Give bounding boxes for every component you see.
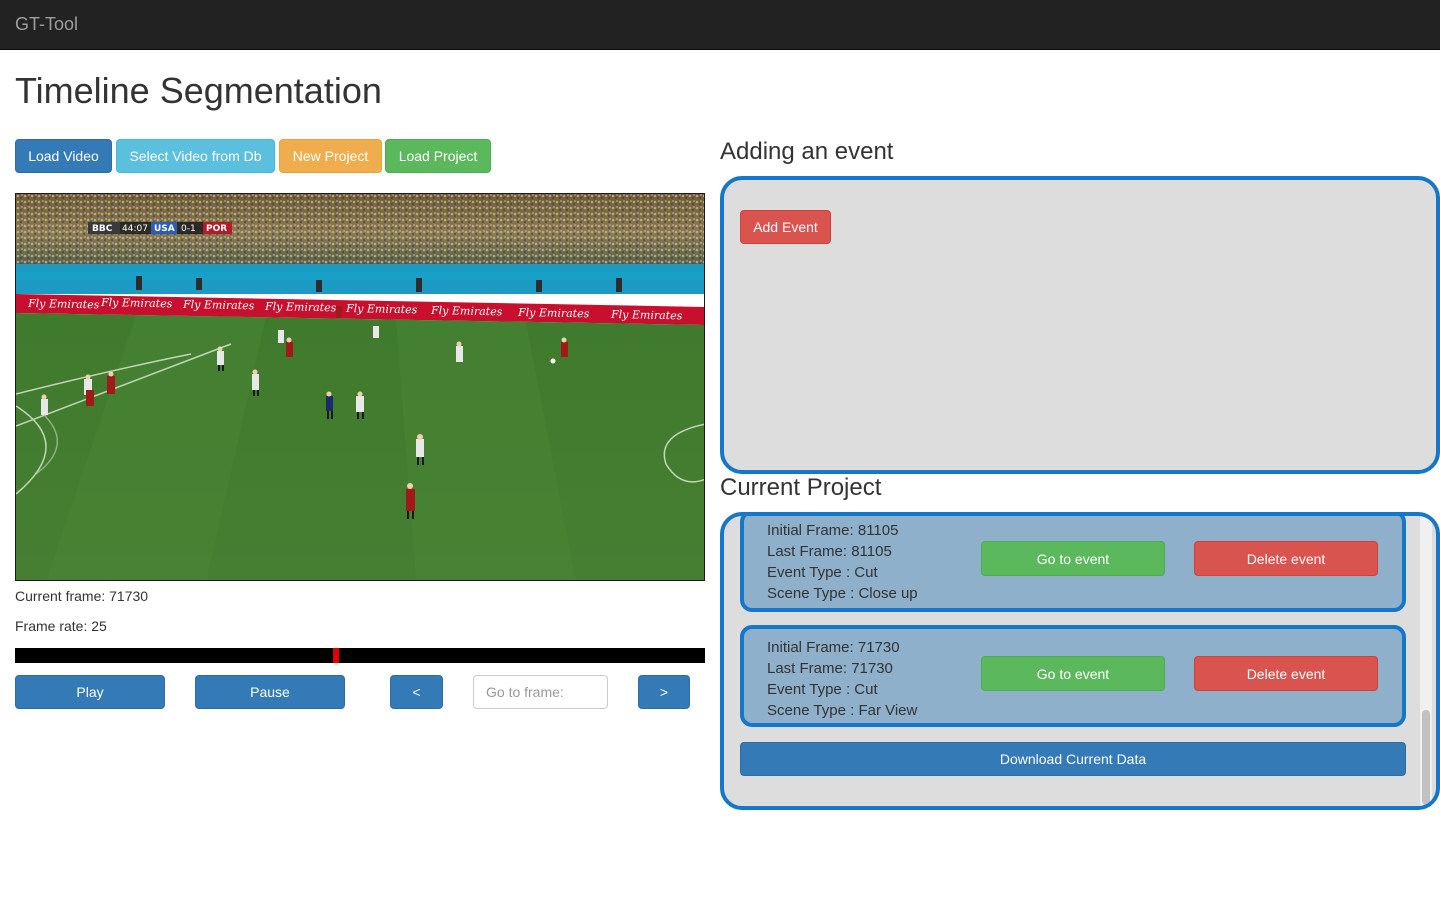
svg-text:Fly Emirates: Fly Emirates bbox=[182, 298, 255, 312]
adding-event-title: Adding an event bbox=[720, 138, 894, 165]
navbar-brand[interactable]: GT-Tool bbox=[15, 14, 78, 35]
event-initial-frame: Initial Frame: 81105 bbox=[767, 522, 899, 539]
event-card: Initial Frame: 81105 Last Frame: 81105 E… bbox=[740, 516, 1406, 612]
previous-frame-button[interactable]: < bbox=[390, 675, 443, 709]
current-project-title: Current Project bbox=[720, 474, 882, 501]
event-type: Event Type : Cut bbox=[767, 564, 878, 581]
svg-text:Fly Emirates: Fly Emirates bbox=[345, 302, 418, 316]
download-data-button[interactable]: Download Current Data bbox=[740, 742, 1406, 776]
new-project-button[interactable]: New Project bbox=[279, 139, 382, 173]
navbar: GT-Tool bbox=[0, 0, 1440, 50]
scene-type: Scene Type : Far View bbox=[767, 702, 918, 719]
event-last-frame: Last Frame: 71730 bbox=[767, 660, 893, 677]
event-type: Event Type : Cut bbox=[767, 681, 878, 698]
play-button[interactable]: Play bbox=[15, 675, 165, 709]
svg-text:USA: USA bbox=[154, 224, 175, 234]
svg-text:Fly Emirates: Fly Emirates bbox=[100, 296, 173, 310]
delete-event-button[interactable]: Delete event bbox=[1194, 656, 1378, 691]
timeline-bar[interactable] bbox=[15, 648, 705, 663]
svg-text:POR: POR bbox=[206, 224, 227, 234]
svg-text:Fly Emirates: Fly Emirates bbox=[27, 297, 100, 311]
svg-text:Fly Emirates: Fly Emirates bbox=[610, 308, 683, 322]
svg-text:0-1: 0-1 bbox=[181, 224, 196, 234]
select-video-db-button[interactable]: Select Video from Db bbox=[116, 139, 275, 173]
current-frame-text: Current frame: 71730 bbox=[15, 588, 149, 604]
pause-button[interactable]: Pause bbox=[195, 675, 345, 709]
go-to-event-button[interactable]: Go to event bbox=[981, 656, 1165, 691]
score-bug: BBC 44:07 USA 0-1 POR bbox=[88, 222, 232, 234]
delete-event-button[interactable]: Delete event bbox=[1194, 541, 1378, 576]
svg-text:BBC: BBC bbox=[92, 224, 113, 234]
next-frame-button[interactable]: > bbox=[638, 675, 690, 709]
event-last-frame: Last Frame: 81105 bbox=[767, 543, 892, 560]
go-to-event-button[interactable]: Go to event bbox=[981, 541, 1165, 576]
video-player[interactable]: Fly Emirates Fly Emirates Fly Emirates F… bbox=[15, 193, 705, 581]
event-card: Initial Frame: 71730 Last Frame: 71730 E… bbox=[740, 625, 1406, 727]
timeline-marker[interactable] bbox=[333, 648, 339, 663]
load-project-button[interactable]: Load Project bbox=[385, 139, 491, 173]
adding-event-panel: Add Event bbox=[720, 176, 1440, 474]
scrollbar-thumb[interactable] bbox=[1422, 710, 1430, 805]
frame-rate-text: Frame rate: 25 bbox=[15, 618, 107, 634]
scene-type: Scene Type : Close up bbox=[767, 585, 918, 602]
svg-text:Fly Emirates: Fly Emirates bbox=[517, 306, 590, 320]
add-event-button[interactable]: Add Event bbox=[740, 210, 831, 244]
event-initial-frame: Initial Frame: 71730 bbox=[767, 639, 900, 656]
svg-text:Fly Emirates: Fly Emirates bbox=[430, 304, 503, 318]
page-title: Timeline Segmentation bbox=[15, 70, 382, 111]
goto-frame-input[interactable] bbox=[473, 675, 608, 709]
svg-text:44:07: 44:07 bbox=[122, 224, 148, 234]
video-frame: Fly Emirates Fly Emirates Fly Emirates F… bbox=[16, 194, 704, 580]
svg-text:Fly Emirates: Fly Emirates bbox=[264, 300, 337, 314]
load-video-button[interactable]: Load Video bbox=[15, 139, 112, 173]
current-project-panel: Initial Frame: 81105 Last Frame: 81105 E… bbox=[720, 512, 1440, 810]
